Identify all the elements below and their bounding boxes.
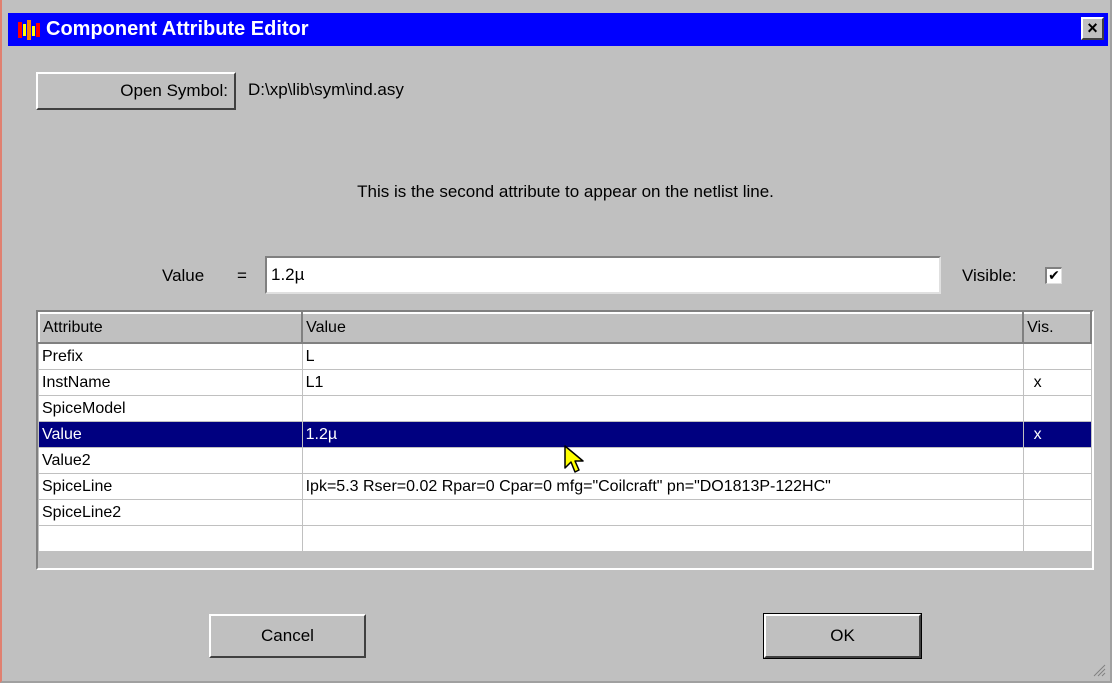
vis-cell: x (1023, 421, 1092, 448)
value-input[interactable] (265, 256, 941, 294)
attribute-grid: Attribute Value Vis. Prefix L InstName L… (36, 310, 1094, 570)
attribute-description: This is the second attribute to appear o… (357, 182, 774, 201)
attribute-cell: SpiceLine (39, 473, 303, 500)
value-cell (302, 499, 1024, 526)
column-header-vis[interactable]: Vis. (1022, 312, 1092, 344)
attribute-cell: Prefix (39, 343, 303, 370)
vis-cell: x (1023, 369, 1092, 396)
attribute-cell: InstName (39, 369, 303, 396)
column-header-attribute[interactable]: Attribute (38, 312, 304, 344)
attribute-cell: SpiceLine2 (39, 499, 303, 526)
table-row[interactable] (39, 525, 1092, 552)
window-title: Component Attribute Editor (46, 18, 309, 40)
vis-cell (1023, 447, 1092, 474)
value-cell: 1.2µ (302, 421, 1024, 448)
open-symbol-button[interactable]: Open Symbol: (36, 72, 236, 110)
equals-sign: = (237, 266, 247, 285)
component-attribute-editor-window: Component Attribute Editor × Open Symbol… (0, 0, 1112, 683)
table-row[interactable]: SpiceModel (39, 395, 1092, 422)
value-cell (302, 447, 1024, 474)
app-icon (18, 19, 40, 40)
table-row[interactable]: Prefix L (39, 343, 1092, 370)
table-row[interactable]: SpiceLine Ipk=5.3 Rser=0.02 Rpar=0 Cpar=… (39, 473, 1092, 500)
value-field-label: Value (162, 266, 205, 285)
vis-cell (1023, 499, 1092, 526)
vis-cell (1023, 343, 1092, 370)
vis-cell (1023, 525, 1092, 552)
attribute-cell: Value2 (39, 447, 303, 474)
value-cell: Ipk=5.3 Rser=0.02 Rpar=0 Cpar=0 mfg="Coi… (302, 473, 1024, 500)
grid-header-row: Attribute Value Vis. (38, 312, 1092, 344)
value-cell (302, 525, 1024, 552)
table-row[interactable]: InstName L1 x (39, 369, 1092, 396)
attribute-cell: Value (39, 421, 303, 448)
title-bar[interactable]: Component Attribute Editor × (8, 13, 1108, 46)
attribute-cell: SpiceModel (39, 395, 303, 422)
visible-checkbox[interactable]: ✔ (1045, 267, 1062, 284)
close-icon[interactable]: × (1081, 17, 1104, 40)
visible-label: Visible: (962, 266, 1017, 285)
ok-button[interactable]: OK (763, 613, 922, 659)
value-cell: L1 (302, 369, 1024, 396)
cancel-button[interactable]: Cancel (209, 614, 366, 658)
attribute-cell (39, 525, 303, 552)
column-header-value[interactable]: Value (301, 312, 1025, 344)
vis-cell (1023, 473, 1092, 500)
resize-grip-icon[interactable] (1092, 663, 1106, 677)
vis-cell (1023, 395, 1092, 422)
value-cell (302, 395, 1024, 422)
value-cell: L (302, 343, 1024, 370)
symbol-path: D:\xp\lib\sym\ind.asy (248, 80, 404, 99)
table-row[interactable]: SpiceLine2 (39, 499, 1092, 526)
mouse-pointer-icon (563, 444, 587, 476)
